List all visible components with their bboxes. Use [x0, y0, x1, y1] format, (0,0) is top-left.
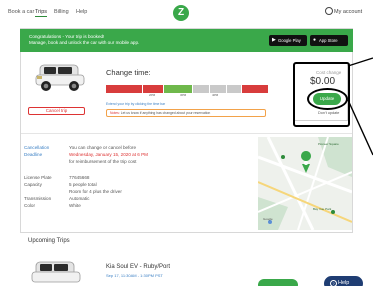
- app-store-label: App Store: [319, 38, 338, 43]
- booking-banner: Congratulations - Your trip is booked! M…: [20, 29, 353, 52]
- cancellation-value: You can change or cancel before: [69, 145, 136, 150]
- timeline-booked[interactable]: [164, 85, 192, 93]
- capacity-note: Room for 4 plus the driver: [69, 189, 122, 194]
- notes-text: Let us know if anything has changed abou…: [120, 111, 211, 115]
- deadline-note: for reimbursement of the trip cost: [69, 159, 137, 164]
- upcoming-trips-title: Upcoming Trips: [28, 238, 70, 244]
- nav-billing[interactable]: Billing: [54, 9, 69, 15]
- map-label: Bay Vue Park: [313, 207, 332, 211]
- notes-label: Notes:: [110, 111, 120, 115]
- deadline-label: Deadline: [24, 152, 43, 157]
- timeline-available-3[interactable]: [227, 85, 241, 93]
- timeline-available-2[interactable]: [210, 85, 226, 93]
- brand-logo[interactable]: Z: [173, 5, 189, 21]
- app-store-button[interactable]: ● App Store: [310, 35, 348, 46]
- map-label: Pioneer Square: [318, 142, 339, 146]
- notes-field[interactable]: Notes: Let us know if anything has chang…: [106, 109, 266, 117]
- timeline-unavailable-3: [242, 85, 268, 93]
- change-time-hint: Extend your trip by clicking the time ba…: [106, 102, 166, 106]
- change-time-title: Change time:: [106, 68, 151, 77]
- google-play-label: Google Play: [278, 38, 301, 43]
- banner-message: Congratulations - Your trip is booked! M…: [29, 34, 139, 46]
- top-nav: Book a car Trips Billing Help Z My accou…: [0, 0, 373, 28]
- deadline-value: Wednesday, January 15, 2020 at 6 PM: [69, 152, 148, 157]
- banner-line-2: Manage, book and unlock the car with our…: [29, 40, 140, 45]
- apple-icon: ●: [313, 37, 317, 43]
- timeline-label: 3PM: [180, 93, 187, 97]
- timeline-available-1[interactable]: [193, 85, 209, 93]
- nav-book-a-car[interactable]: Book a car: [8, 9, 34, 15]
- nav-trips[interactable]: Trips: [35, 9, 48, 17]
- car-image: [35, 64, 85, 91]
- play-icon: ▶: [272, 37, 276, 43]
- google-play-button[interactable]: ▶ Google Play: [269, 35, 307, 46]
- color-value: White: [69, 203, 81, 208]
- upcoming-car-name[interactable]: Kia Soul EV - Ruby/Port: [106, 264, 170, 270]
- account-icon[interactable]: [325, 7, 333, 15]
- map-label: Google: [263, 217, 273, 221]
- capacity-value: 5 people total: [69, 182, 97, 187]
- upcoming-trip-button[interactable]: [258, 279, 298, 286]
- transmission-value: Automatic: [69, 196, 90, 201]
- help-icon: ?: [330, 280, 337, 286]
- timeline-unavailable-1: [106, 85, 142, 93]
- transmission-label: Transmission: [24, 196, 52, 201]
- section-divider: [21, 133, 352, 134]
- car-image: [31, 261, 81, 283]
- license-plate-value: 77645668: [69, 175, 90, 180]
- timeline-unavailable-2: [143, 85, 163, 93]
- license-plate-label: License Plate: [24, 175, 52, 180]
- cancel-trip-button[interactable]: Cancel trip: [28, 107, 85, 115]
- timeline-label: 4PM: [212, 93, 219, 97]
- nav-help[interactable]: Help: [76, 9, 87, 15]
- capacity-label: Capacity: [24, 182, 42, 187]
- my-account-link[interactable]: My account: [334, 9, 362, 15]
- color-label: Color: [24, 203, 35, 208]
- upcoming-trip-time: Sep 17, 11:30AM - 1:30PM PST: [106, 273, 163, 278]
- cancellation-label: Cancellation: [24, 145, 50, 150]
- location-map[interactable]: Pioneer Square Bay Vue Park Google: [258, 137, 352, 230]
- timeline-label: 2PM: [149, 93, 156, 97]
